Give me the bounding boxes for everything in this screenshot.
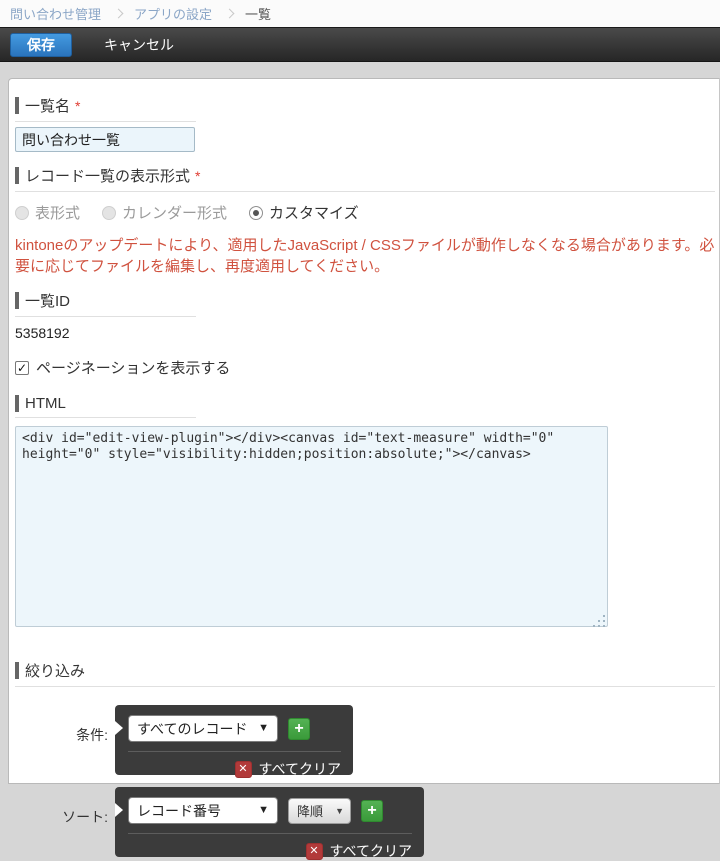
label-bar <box>15 395 19 412</box>
breadcrumb: 問い合わせ管理 アプリの設定 一覧 <box>0 0 720 27</box>
radio-icon <box>15 206 29 220</box>
pagination-checkbox[interactable]: ✓ <box>15 361 29 375</box>
caret-down-icon: ▼ <box>335 806 344 816</box>
sort-field-select[interactable]: レコード番号 ▼ <box>128 797 278 824</box>
required-asterisk: * <box>195 168 200 184</box>
label-bar <box>15 97 19 114</box>
sort-box: レコード番号 ▼ 降順 ▼ + ✕ すべてクリア <box>115 787 424 857</box>
pagination-row: ✓ ページネーションを表示する <box>15 357 719 378</box>
breadcrumb-current: 一覧 <box>245 4 271 23</box>
chevron-right-icon <box>114 9 124 19</box>
sort-label: ソート: <box>15 787 108 857</box>
clear-all-sorts[interactable]: すべてクリア <box>330 841 412 861</box>
radio-icon <box>102 206 116 220</box>
add-sort-button[interactable]: + <box>361 800 383 822</box>
caret-down-icon: ▼ <box>258 722 269 734</box>
chevron-right-icon <box>225 9 235 19</box>
radio-table-format: 表形式 <box>15 202 80 223</box>
radio-calendar-format: カレンダー形式 <box>102 202 227 223</box>
html-code-textarea[interactable]: <div id="edit-view-plugin"></div><canvas… <box>15 426 608 627</box>
pagination-label: ページネーションを表示する <box>36 357 230 378</box>
radio-customize-format[interactable]: カスタマイズ <box>249 202 359 223</box>
condition-label: 条件: <box>15 705 108 775</box>
display-format-label: レコード一覧の表示形式 * <box>15 165 715 192</box>
add-condition-button[interactable]: + <box>288 718 310 740</box>
divider <box>128 833 412 834</box>
required-asterisk: * <box>75 98 80 114</box>
list-name-input[interactable] <box>15 127 195 152</box>
list-id-label: 一覧ID <box>15 290 196 317</box>
cancel-button[interactable]: キャンセル <box>96 31 182 59</box>
label-bar <box>15 662 19 679</box>
condition-box: すべてのレコード ▼ + ✕ すべてクリア <box>115 705 353 775</box>
update-warning-text: kintoneのアップデートにより、適用したJavaScript / CSSファ… <box>15 235 720 277</box>
clear-all-icon[interactable]: ✕ <box>306 843 323 860</box>
radio-selected-icon[interactable] <box>249 206 263 220</box>
breadcrumb-settings-link[interactable]: アプリの設定 <box>134 4 212 23</box>
save-button[interactable]: 保存 <box>10 33 72 57</box>
list-name-label: 一覧名 * <box>15 95 196 122</box>
caret-down-icon: ▼ <box>258 804 269 816</box>
divider <box>128 751 341 752</box>
html-label: HTML <box>15 395 196 418</box>
action-toolbar: 保存 キャンセル <box>0 27 720 62</box>
condition-row: 条件: すべてのレコード ▼ + ✕ すべてクリア <box>15 705 719 775</box>
clear-all-icon[interactable]: ✕ <box>235 761 252 778</box>
label-bar <box>15 292 19 309</box>
condition-select[interactable]: すべてのレコード ▼ <box>128 715 278 742</box>
settings-panel: 一覧名 * レコード一覧の表示形式 * 表形式 カレンダー形式 カスタマイズ k… <box>8 78 720 784</box>
sort-row: ソート: レコード番号 ▼ 降順 ▼ + ✕ すべてクリア <box>15 787 719 857</box>
list-id-value: 5358192 <box>15 325 719 341</box>
html-textarea-wrap: <div id="edit-view-plugin"></div><canvas… <box>15 426 608 632</box>
clear-all-conditions[interactable]: すべてクリア <box>259 759 341 779</box>
label-bar <box>15 167 19 184</box>
breadcrumb-app-link[interactable]: 問い合わせ管理 <box>10 4 101 23</box>
resize-grip-icon[interactable] <box>604 626 605 627</box>
filter-section-label: 絞り込み <box>15 660 715 687</box>
sort-order-select[interactable]: 降順 ▼ <box>288 798 351 824</box>
display-format-options: 表形式 カレンダー形式 カスタマイズ <box>15 202 719 223</box>
